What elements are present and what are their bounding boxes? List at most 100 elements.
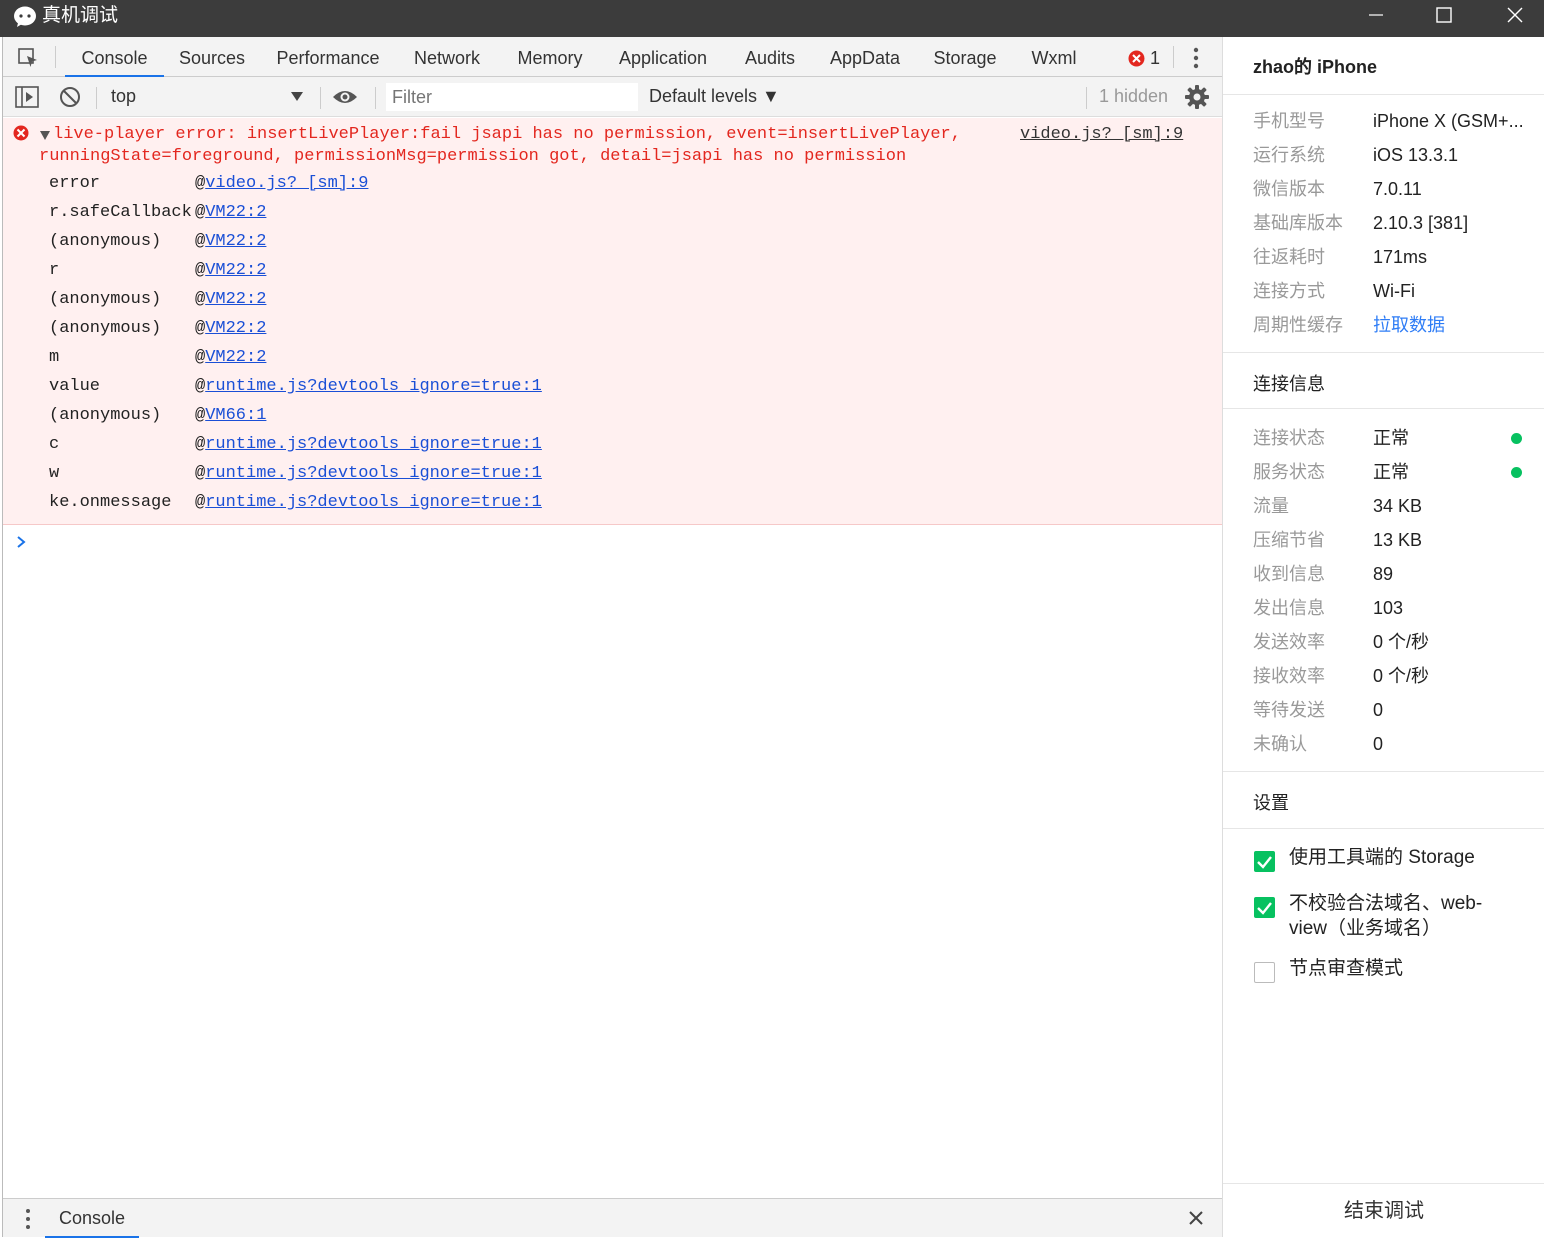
- tab-network[interactable]: Network: [405, 37, 489, 77]
- tab-sources[interactable]: Sources: [173, 37, 251, 77]
- devtools-tabbar: Console Sources Performance Network Memo…: [3, 37, 1222, 77]
- tab-performance[interactable]: Performance: [269, 37, 387, 77]
- info-row-model: 手机型号 iPhone X (GSM+...: [1253, 111, 1524, 131]
- stack-frame: (anonymous) @VM22:2: [49, 319, 267, 338]
- minimize-icon: [1369, 14, 1383, 16]
- stack-frame-link[interactable]: VM22:2: [205, 203, 266, 222]
- close-window-button[interactable]: [1480, 0, 1544, 30]
- settings-heading: 设置: [1253, 793, 1289, 813]
- stack-frame: m @VM22:2: [49, 348, 267, 367]
- checkmark-icon: [1257, 902, 1272, 915]
- conn-row-receive-rate: 接收效率 0 个/秒: [1253, 666, 1430, 686]
- error-count: 1: [1150, 47, 1161, 68]
- stack-frame: r.safeCallback @VM22:2: [49, 203, 267, 222]
- drawer-menu-icon[interactable]: [25, 1208, 31, 1230]
- conn-row-send-rate: 发送效率 0 个/秒: [1253, 632, 1430, 652]
- info-row-os: 运行系统 iOS 13.3.1: [1253, 145, 1459, 165]
- chevron-down-icon[interactable]: [291, 92, 303, 102]
- stack-frame-link[interactable]: runtime.js?devtools_ignore=true:1: [205, 493, 542, 512]
- info-row-lib-version: 基础库版本 2.10.3 [381]: [1253, 213, 1469, 233]
- storage-checkbox[interactable]: [1254, 851, 1275, 872]
- maximize-button[interactable]: [1409, 0, 1479, 30]
- inspect-element-icon[interactable]: [17, 47, 39, 69]
- connection-info-heading: 连接信息: [1253, 374, 1325, 394]
- error-icon: [13, 125, 29, 141]
- tab-application[interactable]: Application: [609, 37, 717, 77]
- checkmark-icon: [1257, 856, 1272, 869]
- stack-frame-link[interactable]: video.js? [sm]:9: [205, 174, 368, 193]
- stack-frame-link[interactable]: VM22:2: [205, 319, 266, 338]
- info-row-rtt: 往返耗时 171ms: [1253, 247, 1428, 267]
- node-inspect-label[interactable]: 节点审查模式: [1289, 956, 1509, 981]
- console-prompt-icon: [17, 536, 26, 548]
- filter-input[interactable]: [386, 83, 638, 111]
- more-options-icon[interactable]: [1192, 46, 1200, 70]
- context-selector[interactable]: top: [111, 86, 136, 107]
- conn-row-status: 连接状态 正常: [1253, 428, 1409, 448]
- node-inspect-checkbox[interactable]: [1254, 962, 1275, 983]
- service-status-dot: [1511, 467, 1522, 478]
- tab-appdata[interactable]: AppData: [821, 37, 909, 77]
- tab-wxml[interactable]: Wxml: [1021, 37, 1087, 77]
- connection-status-dot: [1511, 433, 1522, 444]
- stack-frame: r @VM22:2: [49, 261, 267, 280]
- stack-frame-link[interactable]: runtime.js?devtools_ignore=true:1: [205, 464, 542, 483]
- conn-row-compression: 压缩节省 13 KB: [1253, 530, 1423, 550]
- stack-frame: value @runtime.js?devtools_ignore=true:1: [49, 377, 542, 396]
- tab-storage[interactable]: Storage: [925, 37, 1005, 77]
- console-settings-gear-icon[interactable]: [1185, 85, 1209, 109]
- conn-row-received: 收到信息 89: [1253, 564, 1394, 584]
- stack-frame-link[interactable]: runtime.js?devtools_ignore=true:1: [205, 435, 542, 454]
- stack-frame: (anonymous) @VM22:2: [49, 232, 267, 251]
- device-name: zhao的 iPhone: [1253, 57, 1378, 77]
- tab-memory[interactable]: Memory: [508, 37, 592, 77]
- stack-frame-link[interactable]: runtime.js?devtools_ignore=true:1: [205, 377, 542, 396]
- show-sidebar-icon[interactable]: [15, 86, 39, 108]
- stack-frame-link[interactable]: VM22:2: [205, 290, 266, 309]
- eye-icon[interactable]: [332, 88, 358, 106]
- close-drawer-icon[interactable]: [1189, 1211, 1203, 1225]
- maximize-icon: [1436, 7, 1452, 23]
- error-source-link[interactable]: video.js? [sm]:9: [1020, 124, 1183, 146]
- stack-frame-link[interactable]: VM66:1: [205, 406, 266, 425]
- error-counter[interactable]: 1: [1128, 48, 1160, 68]
- error-text[interactable]: live-player error: insertLivePlayer:fail…: [39, 124, 1029, 168]
- stack-frame: error @video.js? [sm]:9: [49, 174, 369, 193]
- drawer-tab-console[interactable]: Console: [45, 1199, 139, 1238]
- end-debug-button[interactable]: 结束调试: [1223, 1183, 1544, 1237]
- conn-row-pending: 等待发送 0: [1253, 700, 1384, 720]
- stack-frame: (anonymous) @VM22:2: [49, 290, 267, 309]
- stack-frame: w @runtime.js?devtools_ignore=true:1: [49, 464, 542, 483]
- info-row-wechat-version: 微信版本 7.0.11: [1253, 179, 1422, 199]
- stack-frame-link[interactable]: VM22:2: [205, 232, 266, 251]
- conn-row-traffic: 流量 34 KB: [1253, 496, 1423, 516]
- log-levels-dropdown[interactable]: Default levels ▼: [649, 86, 780, 107]
- skip-domain-check-label[interactable]: 不校验合法域名、web-view（业务域名）: [1289, 891, 1509, 941]
- tab-audits[interactable]: Audits: [735, 37, 805, 77]
- device-panel: zhao的 iPhone 手机型号 iPhone X (GSM+... 运行系统 i…: [1222, 37, 1544, 1237]
- info-row-periodic-cache: 周期性缓存 拉取数据: [1253, 315, 1445, 335]
- skip-domain-check-checkbox[interactable]: [1254, 897, 1275, 918]
- wechat-devtools-icon: [14, 6, 36, 27]
- conn-row-service: 服务状态 正常: [1253, 462, 1409, 482]
- tab-console[interactable]: Console: [65, 37, 164, 77]
- stack-frame: (anonymous) @VM66:1: [49, 406, 267, 425]
- console-input[interactable]: [33, 530, 1213, 554]
- fetch-data-link[interactable]: 拉取数据: [1373, 315, 1445, 335]
- stack-frame-link[interactable]: VM22:2: [205, 261, 266, 280]
- storage-checkbox-label[interactable]: 使用工具端的 Storage: [1289, 845, 1509, 870]
- info-row-connection: 连接方式 Wi-Fi: [1253, 281, 1415, 301]
- console-toolbar: top Default levels ▼ 1 hidden: [3, 77, 1222, 117]
- clear-console-icon[interactable]: [59, 86, 81, 108]
- conn-row-sent: 发出信息 103: [1253, 598, 1404, 618]
- minimize-button[interactable]: [1341, 0, 1411, 30]
- hidden-count: 1 hidden: [1099, 86, 1169, 106]
- console-drawer: Console: [3, 1198, 1222, 1238]
- stack-frame: ke.onmessage @runtime.js?devtools_ignore=…: [49, 493, 542, 512]
- close-icon: [1507, 7, 1523, 23]
- console-error-message: live-player error: insertLivePlayer:fail…: [3, 118, 1222, 525]
- stack-frame-link[interactable]: VM22:2: [205, 348, 266, 367]
- window-title: 真机调试: [42, 5, 119, 26]
- error-icon: [1128, 50, 1145, 66]
- console-output: live-player error: insertLivePlayer:fail…: [3, 118, 1222, 1198]
